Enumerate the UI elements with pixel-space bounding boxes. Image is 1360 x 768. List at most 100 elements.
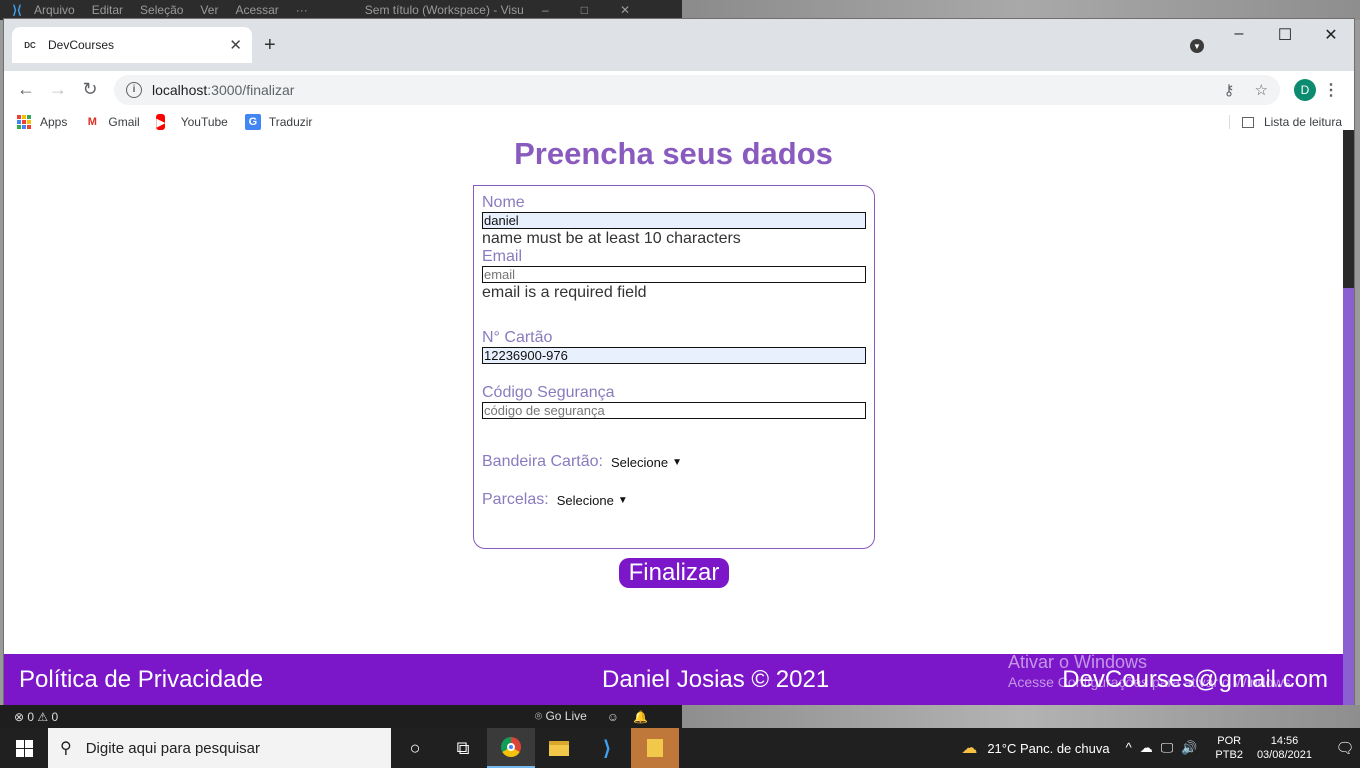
feedback-bell-icons[interactable]: ☺🔔 <box>607 710 662 724</box>
taskbar-vscode[interactable]: ⟩ <box>583 728 631 768</box>
vscode-titlebar: ⟩⟨ Arquivo Editar Seleção Ver Acessar ··… <box>0 0 682 20</box>
url-path: :3000/finalizar <box>207 81 295 98</box>
go-live-button[interactable]: ⌾ Go Live <box>535 709 587 724</box>
gmail-icon: M <box>87 116 97 128</box>
back-button[interactable]: ← <box>10 79 42 100</box>
search-placeholder: Digite aqui para pesquisar <box>85 739 260 757</box>
tab-strip: DC DevCourses ✕ + ▼ – ☐ ✕ <box>4 19 1354 71</box>
clock-date: 03/08/2021 <box>1256 749 1312 761</box>
vscode-menu-acessar[interactable]: Acessar <box>235 3 278 17</box>
tray-system-icons[interactable]: ^☁🖵🔊 <box>1126 740 1206 756</box>
bookmark-star-icon[interactable]: ☆ <box>1255 81 1268 99</box>
watermark-line-1: Ativar o Windows <box>1008 652 1148 672</box>
parcelas-row: Parcelas: Selecione ▼ <box>482 491 866 509</box>
chrome-icon <box>501 737 521 757</box>
taskbar-file-explorer[interactable] <box>535 728 583 768</box>
address-bar[interactable]: i localhost:3000/finalizar ⚷ ☆ <box>114 74 1280 105</box>
cortana-circle-icon: ○ <box>409 737 421 758</box>
finalizar-button[interactable]: Finalizar <box>619 558 729 588</box>
cortana-button[interactable]: ○ <box>391 728 439 768</box>
scrollbar-thumb[interactable] <box>1343 130 1354 288</box>
taskbar-clock[interactable]: 14:56 03/08/2021 <box>1257 734 1312 762</box>
chevron-down-icon: ▼ <box>617 494 628 506</box>
page-title: Preencha seus dados <box>514 136 833 171</box>
youtube-icon: ▶ <box>156 114 165 130</box>
parcelas-label: Parcelas: <box>482 491 549 508</box>
vscode-menu-editar[interactable]: Editar <box>92 3 123 17</box>
minimize-button[interactable]: – <box>1216 25 1262 45</box>
profile-avatar[interactable]: D <box>1294 78 1316 101</box>
password-key-icon[interactable]: ⚷ <box>1224 81 1235 99</box>
vscode-menu-ver[interactable]: Ver <box>200 3 218 17</box>
bandeira-label: Bandeira Cartão: <box>482 453 603 470</box>
page-scrollbar[interactable] <box>1343 130 1354 706</box>
windows-logo-icon <box>15 739 33 757</box>
folder-icon <box>549 740 569 756</box>
tab-search-icon[interactable]: ▼ <box>1190 39 1204 53</box>
search-icon: ⚲ <box>60 740 72 757</box>
cartao-label: N° Cartão <box>482 329 553 346</box>
desktop-background-bottom <box>682 705 1360 728</box>
chrome-window: DC DevCourses ✕ + ▼ – ☐ ✕ ← → ↻ i localh… <box>3 18 1355 706</box>
file-explorer-icon <box>647 739 663 757</box>
bookmark-label: Traduzir <box>268 115 313 129</box>
parcelas-select[interactable]: Selecione ▼ <box>557 493 628 508</box>
go-live-label: Go Live <box>545 709 587 723</box>
vscode-window-title: Sem título (Workspace) - Visu <box>364 3 524 17</box>
bookmark-apps[interactable]: Apps <box>16 114 67 130</box>
maximize-button[interactable]: ☐ <box>1262 25 1308 45</box>
weather-widget[interactable]: ☁ 21°C Panc. de chuva <box>961 738 1109 758</box>
vscode-menu-selecao[interactable]: Seleção <box>140 3 183 17</box>
bookmark-label: Gmail <box>108 115 140 129</box>
bookmark-gmail[interactable]: M Gmail <box>84 114 140 130</box>
bookmark-youtube[interactable]: ▶ YouTube <box>156 114 228 130</box>
reading-list-label: Lista de leitura <box>1263 115 1342 129</box>
tab-devcourses[interactable]: DC DevCourses ✕ <box>12 27 252 63</box>
vscode-logo-icon[interactable]: ⟩⟨ <box>0 3 34 17</box>
vscode-menu-arquivo[interactable]: Arquivo <box>34 3 75 17</box>
reading-list-button[interactable]: Lista de leitura <box>1228 115 1342 129</box>
taskbar-explorer-active[interactable] <box>631 728 679 768</box>
watermark-line-2: Acesse Configurações para ativar o Windo… <box>1008 674 1295 690</box>
card-number-input[interactable] <box>482 347 866 364</box>
privacy-policy-link[interactable]: Política de Privacidade <box>19 666 459 694</box>
site-info-icon[interactable]: i <box>126 81 142 98</box>
problems-indicator[interactable]: ⊗ 0 ⚠ 0 <box>14 710 58 724</box>
nome-input[interactable] <box>482 212 866 229</box>
forward-button[interactable]: → <box>42 79 74 100</box>
language-code: POR <box>1217 735 1242 747</box>
url-host: localhost <box>152 81 208 98</box>
email-error-message: email is a required field <box>482 284 647 301</box>
taskbar-search[interactable]: ⚲ Digite aqui para pesquisar <box>48 728 391 768</box>
vscode-menu-more[interactable]: ··· <box>296 3 308 17</box>
window-controls: – ☐ ✕ <box>1216 25 1354 45</box>
page-viewport: Preencha seus dados Nome name must be at… <box>4 130 1343 706</box>
new-tab-button[interactable]: + <box>264 34 276 57</box>
nome-label: Nome <box>482 194 525 211</box>
parcelas-selected-value: Selecione <box>556 492 614 508</box>
security-code-input[interactable] <box>482 402 866 419</box>
bandeira-select[interactable]: Selecione ▼ <box>611 455 682 470</box>
vscode-window-controls[interactable]: –□✕ <box>542 3 662 17</box>
bandeira-selected-value: Selecione <box>610 454 669 470</box>
chrome-menu-icon[interactable]: ⋮ <box>1316 80 1346 100</box>
email-input[interactable] <box>482 266 866 283</box>
start-button[interactable] <box>0 728 48 768</box>
vscode-icon: ⟩ <box>603 737 611 760</box>
task-view-button[interactable]: ⧉ <box>439 728 487 768</box>
notification-center-icon[interactable]: 🗨 <box>1330 739 1360 757</box>
apps-icon <box>16 114 32 130</box>
reload-button[interactable]: ↻ <box>74 79 106 100</box>
translate-icon: G <box>244 114 261 130</box>
bandeira-row: Bandeira Cartão: Selecione ▼ <box>482 453 866 471</box>
language-indicator[interactable]: POR PTB2 <box>1215 734 1243 762</box>
nome-error-message: name must be at least 10 characters <box>482 230 741 247</box>
weather-cloud-icon: ☁ <box>961 740 978 757</box>
copyright-text: Daniel Josias © 2021 <box>602 666 830 693</box>
close-tab-icon[interactable]: ✕ <box>229 36 242 54</box>
tab-title: DevCourses <box>48 38 115 52</box>
close-window-button[interactable]: ✕ <box>1308 25 1354 45</box>
bookmark-traduzir[interactable]: G Traduzir <box>244 114 313 130</box>
taskbar-chrome[interactable] <box>487 728 535 768</box>
vscode-statusbar: ⊗ 0 ⚠ 0 ⌾ Go Live ☺🔔 <box>0 705 682 728</box>
